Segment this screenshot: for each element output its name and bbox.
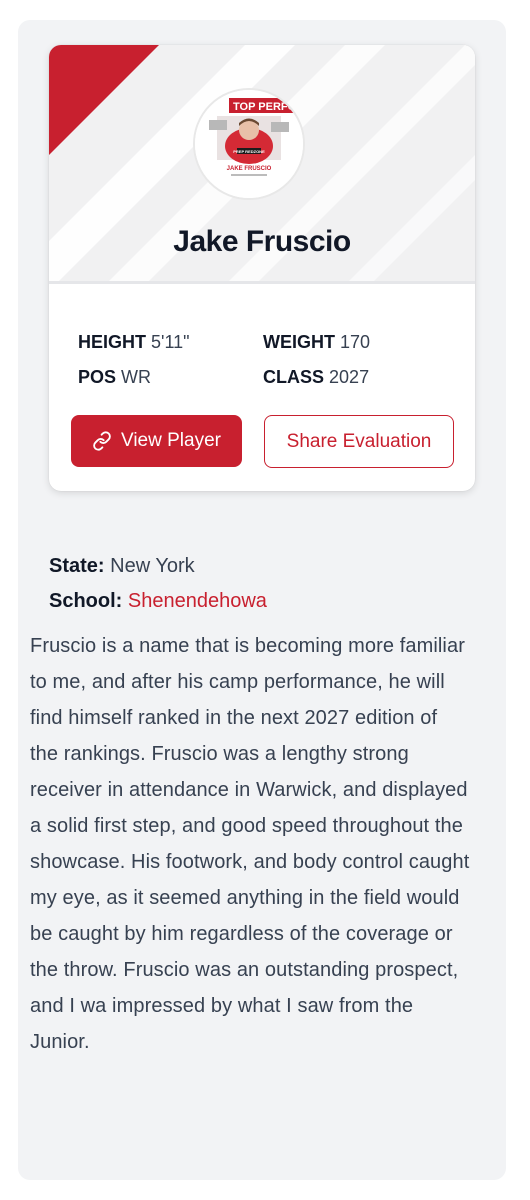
state-label: State: [49,555,105,577]
state-value: New York [110,555,195,577]
card-divider [49,281,475,284]
stat-weight: WEIGHT 170 [263,332,370,353]
school-line: School: Shenendehowa [49,590,267,613]
stat-position: POS WR [78,367,151,388]
player-avatar: TOP PERFORMER PREP REDZONE JAKE FRUSCIO [193,88,305,200]
photo-logo-text: PREP REDZONE [233,149,265,154]
stat-height: HEIGHT 5'11" [78,332,190,353]
player-name: Jake Fruscio [173,225,351,258]
state-line: State: New York [49,555,195,578]
share-evaluation-label: Share Evaluation [286,430,432,452]
stat-pos-value: WR [121,367,152,387]
stat-pos-label: POS [78,367,117,387]
player-card: TOP PERFORMER PREP REDZONE JAKE FRUSCIO … [49,45,475,491]
stat-class-value: 2027 [329,367,370,387]
photo-caption-text: JAKE FRUSCIO [227,166,272,172]
share-evaluation-button[interactable]: Share Evaluation [264,415,454,468]
stat-class: CLASS 2027 [263,367,369,388]
school-label: School: [49,590,123,612]
evaluation-text: Fruscio is a name that is becoming more … [30,635,470,1053]
view-player-button[interactable]: View Player [71,415,242,467]
stat-class-label: CLASS [263,367,325,387]
link-icon [93,431,111,451]
school-link[interactable]: Shenendehowa [128,590,267,612]
stat-height-value: 5'11" [151,332,190,352]
stat-weight-label: WEIGHT [263,332,335,352]
view-player-label: View Player [121,430,221,451]
stat-height-label: HEIGHT [78,332,147,352]
player-card-header: TOP PERFORMER PREP REDZONE JAKE FRUSCIO … [49,45,475,281]
stat-weight-value: 170 [340,332,371,352]
